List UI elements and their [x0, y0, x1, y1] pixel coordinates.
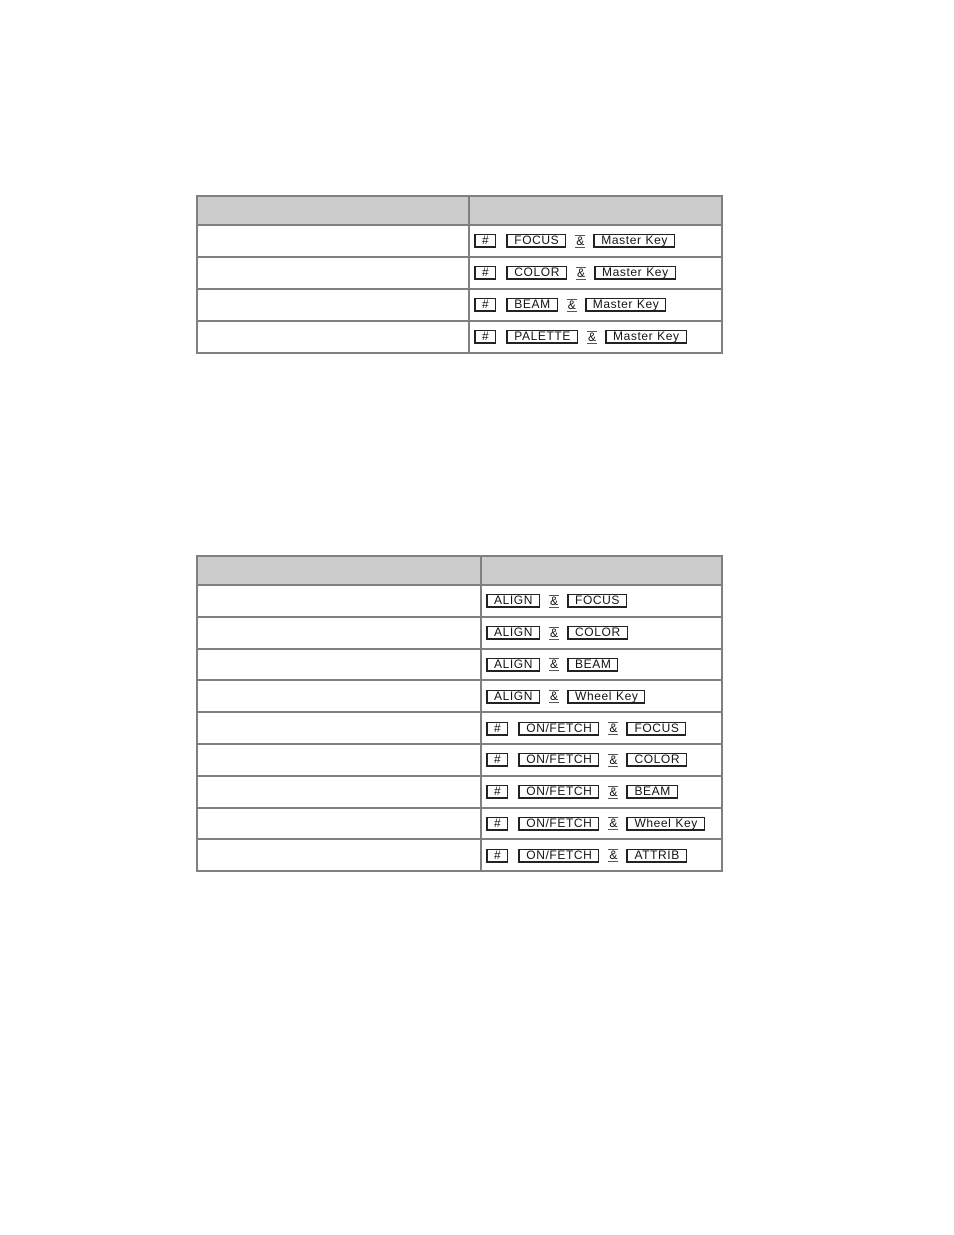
table-row: ALIGN & BEAM	[196, 647, 723, 682]
table-row: # ON/FETCH & BEAM	[196, 774, 723, 809]
key-number: #	[486, 721, 509, 736]
key-sequence-cell: # PALETTE & Master Key	[468, 320, 723, 354]
table-row: # ON/FETCH & FOCUS	[196, 711, 723, 745]
key-align: ALIGN	[486, 626, 541, 641]
key-focus: FOCUS	[626, 721, 687, 736]
table-row: # ON/FETCH & ATTRIB	[196, 838, 723, 873]
key-number: #	[474, 330, 497, 345]
key-master-key: Master Key	[604, 330, 687, 345]
key-sequence-cell: ALIGN & COLOR	[480, 615, 723, 650]
table-row: # BEAM & Master Key	[196, 288, 723, 322]
row-label-cell	[196, 838, 482, 873]
key-align: ALIGN	[486, 594, 541, 609]
key-color: COLOR	[626, 753, 688, 768]
key-beam: BEAM	[626, 785, 678, 800]
key-master-key: Master Key	[584, 298, 667, 313]
key-number: #	[474, 266, 497, 281]
header-cell-function	[196, 555, 482, 586]
key-sequence-cell: # BEAM & Master Key	[468, 288, 723, 322]
table-row: # PALETTE & Master Key	[196, 320, 723, 354]
key-sequence-cell: # ON/FETCH & Wheel Key	[480, 806, 723, 841]
key-beam: BEAM	[567, 657, 619, 672]
and-symbol: &	[575, 233, 586, 248]
key-on-fetch: ON/FETCH	[518, 785, 600, 800]
and-symbol: &	[608, 816, 619, 831]
row-label-cell	[196, 288, 470, 322]
key-on-fetch: ON/FETCH	[518, 848, 600, 863]
key-align: ALIGN	[486, 657, 541, 672]
key-number: #	[474, 234, 497, 249]
key-sequence-cell: # ON/FETCH & COLOR	[480, 742, 723, 777]
row-label-cell	[196, 806, 482, 841]
and-symbol: &	[566, 297, 577, 312]
row-label-cell	[196, 742, 482, 777]
key-on-fetch: ON/FETCH	[518, 721, 600, 736]
header-cell-keys	[480, 555, 723, 586]
key-on-fetch: ON/FETCH	[518, 816, 600, 831]
key-sequence-cell: # ON/FETCH & FOCUS	[480, 711, 723, 745]
row-label-cell	[196, 320, 470, 354]
row-label-cell	[196, 711, 482, 745]
key-sequence-cell: # COLOR & Master Key	[468, 256, 723, 290]
key-palette: PALETTE	[506, 330, 578, 345]
key-number: #	[486, 753, 509, 768]
key-sequence-cell: ALIGN & Wheel Key	[480, 679, 723, 714]
row-label-cell	[196, 774, 482, 809]
key-align: ALIGN	[486, 689, 541, 704]
and-symbol: &	[549, 625, 560, 640]
key-sequence-cell: ALIGN & BEAM	[480, 647, 723, 682]
key-wheel-key: Wheel Key	[626, 816, 705, 831]
key-sequence-cell: # ON/FETCH & BEAM	[480, 774, 723, 809]
key-attrib: ATTRIB	[626, 848, 687, 863]
key-on-fetch: ON/FETCH	[518, 753, 600, 768]
and-symbol: &	[608, 784, 619, 799]
and-symbol: &	[608, 848, 619, 863]
table-row: # ON/FETCH & Wheel Key	[196, 806, 723, 841]
key-combination-table-2: ALIGN & FOCUS ALIGN & COLOR ALIGN & BEAM ALIGN & Wh…	[196, 555, 723, 873]
key-number: #	[486, 816, 509, 831]
header-cell-function	[196, 195, 470, 226]
and-symbol: &	[549, 657, 560, 672]
and-symbol: &	[575, 265, 586, 280]
table-row: ALIGN & COLOR	[196, 615, 723, 650]
and-symbol: &	[549, 593, 560, 608]
row-label-cell	[196, 584, 482, 618]
key-sequence-cell: ALIGN & FOCUS	[480, 584, 723, 618]
key-beam: BEAM	[506, 298, 558, 313]
and-symbol: &	[608, 752, 619, 767]
table-header-row	[196, 195, 723, 226]
key-color: COLOR	[567, 626, 628, 641]
and-symbol: &	[608, 721, 619, 735]
row-label-cell	[196, 647, 482, 682]
key-number: #	[474, 298, 497, 313]
key-focus: FOCUS	[506, 234, 567, 249]
row-label-cell	[196, 224, 470, 258]
key-sequence-cell: # FOCUS & Master Key	[468, 224, 723, 258]
key-color: COLOR	[506, 266, 567, 281]
key-number: #	[486, 785, 509, 800]
table-row: # COLOR & Master Key	[196, 256, 723, 290]
table-row: # ON/FETCH & COLOR	[196, 742, 723, 777]
key-wheel-key: Wheel Key	[567, 689, 646, 704]
key-master-key: Master Key	[593, 234, 675, 249]
key-number: #	[486, 848, 509, 863]
table-row: # FOCUS & Master Key	[196, 224, 723, 258]
key-sequence-cell: # ON/FETCH & ATTRIB	[480, 838, 723, 873]
key-combination-table-1: # FOCUS & Master Key # COLOR & Master Key # BEAM &…	[196, 195, 723, 354]
table-row: ALIGN & FOCUS	[196, 584, 723, 618]
and-symbol: &	[549, 689, 560, 704]
row-label-cell	[196, 256, 470, 290]
row-label-cell	[196, 615, 482, 650]
key-focus: FOCUS	[567, 594, 628, 609]
and-symbol: &	[586, 329, 597, 344]
key-master-key: Master Key	[593, 266, 676, 281]
row-label-cell	[196, 679, 482, 714]
table-row: ALIGN & Wheel Key	[196, 679, 723, 714]
table-header-row	[196, 555, 723, 586]
header-cell-keys	[468, 195, 723, 226]
